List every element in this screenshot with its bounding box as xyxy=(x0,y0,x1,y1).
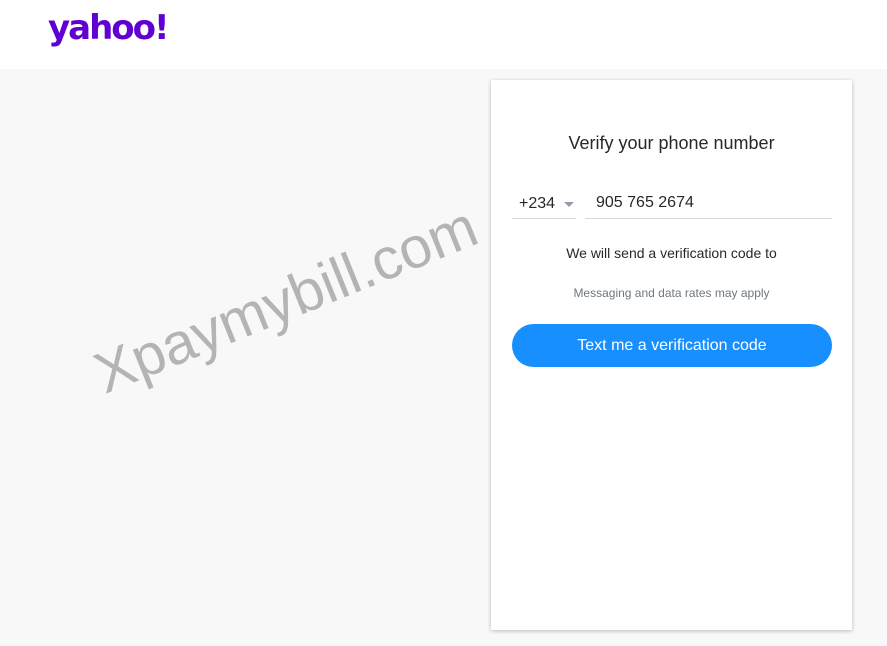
yahoo-logo[interactable]: yahoo! xyxy=(48,8,170,48)
phone-row: +234 xyxy=(512,188,832,220)
phone-number-input[interactable] xyxy=(585,188,832,219)
header: yahoo! xyxy=(0,0,887,69)
send-code-text: We will send a verification code to xyxy=(566,245,777,261)
country-code-value: +234 xyxy=(519,195,556,212)
chevron-down-icon xyxy=(564,202,574,207)
country-code-select[interactable]: +234 xyxy=(512,188,576,219)
send-code-button[interactable]: Text me a verification code xyxy=(512,324,832,367)
page-title: Verify your phone number xyxy=(568,133,775,153)
rates-notice: Messaging and data rates may apply xyxy=(573,286,770,300)
